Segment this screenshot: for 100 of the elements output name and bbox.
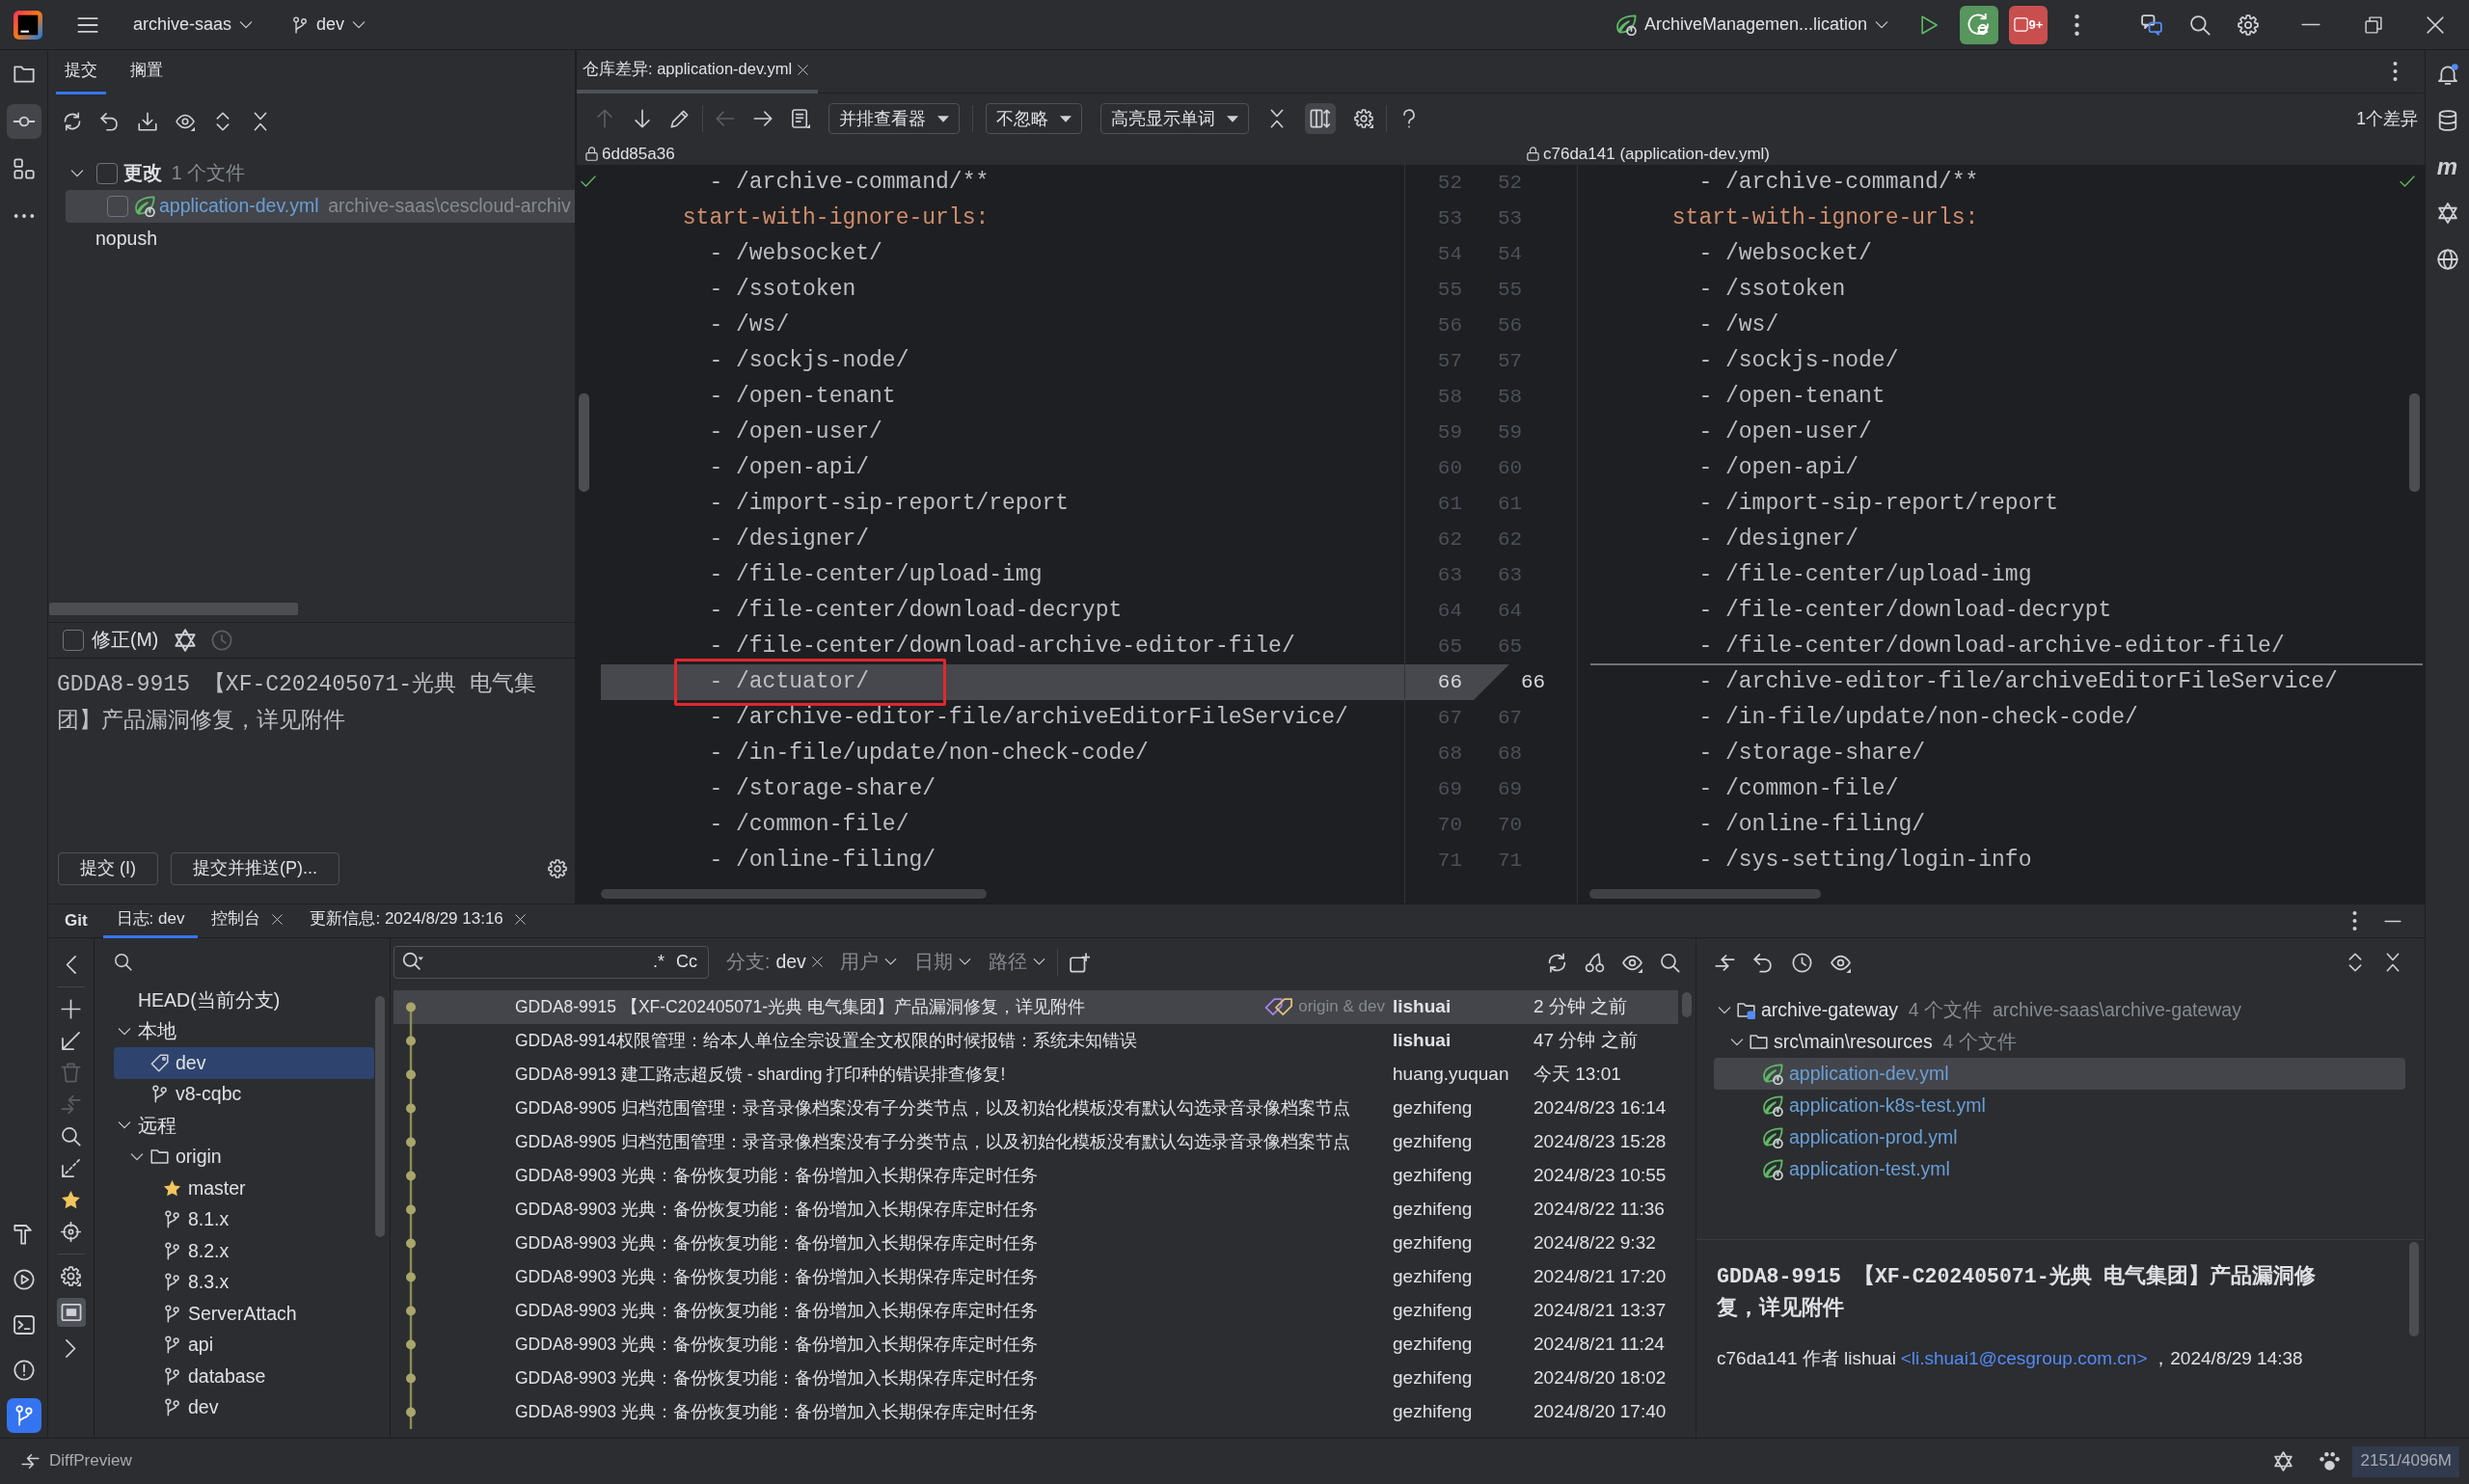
- document-icon[interactable]: [791, 109, 810, 128]
- more-icon[interactable]: [2352, 911, 2357, 931]
- branch-item[interactable]: master: [114, 1173, 374, 1204]
- debug-button[interactable]: [1960, 5, 1998, 44]
- columns-toggle[interactable]: [1305, 103, 1336, 134]
- crosshair-icon[interactable]: [61, 1222, 81, 1242]
- project-dropdown[interactable]: archive-saas: [133, 13, 254, 36]
- scrollbar-thumb[interactable]: [1589, 889, 1821, 899]
- commit-message-field[interactable]: GDDA8-9915 【XF-C202405071-光典 电气集团】产品漏洞修复，详见附件: [48, 659, 575, 844]
- commit-icon[interactable]: [6, 104, 41, 139]
- search-field[interactable]: .* Cc: [393, 946, 709, 979]
- tab[interactable]: 控制台: [198, 904, 297, 938]
- branch-icon[interactable]: [6, 1398, 41, 1433]
- arrow-down-left-icon[interactable]: [61, 1031, 81, 1051]
- search-icon[interactable]: [1660, 952, 1680, 973]
- tree-item[interactable]: HEAD(当前分支): [114, 985, 374, 1016]
- more-icon[interactable]: [2075, 13, 2079, 36]
- checkbox[interactable]: [63, 630, 84, 651]
- close-icon[interactable]: [272, 914, 284, 925]
- changelist-item[interactable]: nopush: [48, 223, 575, 256]
- memory-indicator[interactable]: 2151/4096M: [2352, 1445, 2459, 1477]
- folder-item[interactable]: src\main\resources 4 个文件: [1714, 1026, 2405, 1058]
- search-icon[interactable]: [2189, 13, 2211, 36]
- tab[interactable]: 提交: [56, 50, 106, 94]
- scrollbar-thumb[interactable]: [49, 603, 298, 615]
- branch-item[interactable]: ServerAttach: [114, 1298, 374, 1330]
- undo-icon[interactable]: [1753, 952, 1774, 973]
- tab[interactable]: 更新信息: 2024/8/29 13:16: [296, 904, 539, 938]
- branch-item[interactable]: v8-cqbc: [114, 1078, 374, 1110]
- close-icon[interactable]: [514, 914, 526, 925]
- search-icon[interactable]: [61, 1126, 81, 1147]
- match-case-toggle[interactable]: Cc: [673, 952, 700, 973]
- speech-bubbles-icon[interactable]: [2141, 13, 2162, 36]
- scrollbar-thumb[interactable]: [2409, 1242, 2419, 1336]
- tab[interactable]: 搁置: [122, 50, 172, 94]
- dropdown-button[interactable]: 不忽略: [986, 103, 1082, 134]
- filter-dropdown[interactable]: 日期: [913, 951, 971, 974]
- filter-dropdown[interactable]: 用户: [839, 951, 897, 974]
- branch-item[interactable]: dev: [114, 1391, 374, 1423]
- paw-icon[interactable]: [2320, 1451, 2341, 1471]
- branch-group[interactable]: 本地: [114, 1015, 374, 1047]
- run-icon[interactable]: [1919, 14, 1939, 35]
- email-link[interactable]: <li.shuai1@cesgroup.com.cn>: [1900, 1348, 2148, 1368]
- checkbox-label[interactable]: 修正(M): [92, 629, 159, 652]
- arrows-icon[interactable]: [1715, 952, 1735, 973]
- settings-icon[interactable]: [1354, 109, 1373, 128]
- arrow-down-left-icon[interactable]: [61, 1158, 81, 1178]
- filter-dropdown[interactable]: 路径: [988, 951, 1045, 974]
- plus-icon[interactable]: [61, 999, 81, 1019]
- commit-row[interactable]: GDDA8-9903 光典：备份恢复功能：备份增加入长期保存库定时任务 gezhifeng 2024/8/22 11:36: [393, 1193, 1678, 1227]
- commit-row[interactable]: GDDA8-9905 归档范围管理：录音录像档案没有子分类节点，以及初始化模板没有默认勾选录音录像档案节点 gezhifeng 2024/8/23 16:14: [393, 1092, 1678, 1125]
- stop-button[interactable]: 9+: [2009, 5, 2048, 44]
- scrollbar-thumb[interactable]: [601, 889, 987, 899]
- arrow-down-icon[interactable]: [633, 109, 652, 128]
- file-item[interactable]: application-test.yml: [1714, 1153, 2405, 1185]
- close-icon[interactable]: [2427, 15, 2444, 34]
- commit-row[interactable]: GDDA8-9903 光典：备份恢复功能：备份增加入长期保存库定时任务 gezhifeng 2024/8/22 9:32: [393, 1227, 1678, 1260]
- tab[interactable]: 日志: dev: [102, 904, 199, 938]
- minimize-icon[interactable]: [2384, 919, 2401, 923]
- commit-and-push-button[interactable]: 提交并推送(P)...: [171, 852, 339, 885]
- run-configuration-dropdown[interactable]: ArchiveManagemen...lication: [1614, 13, 1888, 36]
- scrollbar-thumb[interactable]: [375, 996, 385, 1237]
- restore-icon[interactable]: [2365, 15, 2382, 34]
- commit-button[interactable]: 提交 (I): [58, 852, 158, 885]
- checkbox[interactable]: [107, 196, 128, 217]
- commit-row[interactable]: GDDA8-9914权限管理：给本人单位全宗设置全文权限的时候报错：系统未知错误 lishuai 47 分钟 之前: [393, 1024, 1678, 1058]
- scrollbar-thumb[interactable]: [2409, 393, 2420, 492]
- folder-item[interactable]: archive-gateway 4 个文件 archive-saas\archive-gateway: [1714, 994, 2405, 1026]
- remote-item[interactable]: origin: [114, 1141, 374, 1173]
- settings-icon[interactable]: [61, 1266, 81, 1286]
- breadcrumb-item[interactable]: DiffPreview: [49, 1451, 132, 1471]
- refresh-icon[interactable]: [63, 112, 82, 131]
- editor-tab[interactable]: 仓库差异: application-dev.yml: [577, 49, 819, 94]
- download-icon[interactable]: [138, 112, 157, 131]
- branch-item[interactable]: 8.1.x: [114, 1203, 374, 1235]
- commit-row[interactable]: GDDA8-9903 光典：备份恢复功能：备份增加入长期保存库定时任务 gezhifeng 2024/8/21 13:37: [393, 1294, 1678, 1328]
- settings-icon[interactable]: [548, 859, 567, 878]
- branch-item[interactable]: 8.3.x: [114, 1266, 374, 1298]
- branch-item[interactable]: database: [114, 1361, 374, 1392]
- new-tab-icon[interactable]: [1069, 952, 1090, 973]
- branch-item[interactable]: 8.2.x: [114, 1235, 374, 1267]
- commit-row[interactable]: GDDA8-9903 光典：备份恢复功能：备份增加入长期保存库定时任务 gezhifeng 2024/8/20 17:40: [393, 1395, 1678, 1429]
- commit-row[interactable]: GDDA8-9905 归档范围管理：录音录像档案没有子分类节点，以及初始化模板没有默认勾选录音录像档案节点 gezhifeng 2024/8/23 15:28: [393, 1125, 1678, 1159]
- minimize-icon[interactable]: [2301, 23, 2320, 26]
- eye-icon[interactable]: [176, 112, 195, 131]
- commit-row[interactable]: GDDA8-9915 【XF-C202405071-光典 电气集团】产品漏洞修复，详见附件 origin & dev lishuai 2 分钟 之前: [393, 990, 1678, 1024]
- regex-toggle[interactable]: .*: [650, 952, 667, 973]
- commit-row[interactable]: GDDA8-9903 光典：备份恢复功能：备份增加入长期保存库定时任务 gezhifeng 2024/8/23 10:55: [393, 1159, 1678, 1193]
- file-item[interactable]: application-prod.yml: [1714, 1121, 2405, 1153]
- undo-icon[interactable]: [100, 112, 120, 131]
- dropdown-button[interactable]: 并排查看器: [828, 103, 960, 134]
- star-icon[interactable]: [61, 1190, 81, 1210]
- group-toggle[interactable]: [56, 1298, 86, 1327]
- file-item[interactable]: application-k8s-test.yml: [1714, 1090, 2405, 1121]
- branch-group[interactable]: 远程: [114, 1110, 374, 1142]
- changelist-item[interactable]: 更改 1 个文件: [48, 157, 575, 190]
- hexagram-icon[interactable]: [2273, 1451, 2294, 1471]
- dropdown-button[interactable]: 高亮显示单词: [1100, 103, 1249, 134]
- close-icon[interactable]: [798, 64, 809, 75]
- branch-item[interactable]: api: [114, 1329, 374, 1361]
